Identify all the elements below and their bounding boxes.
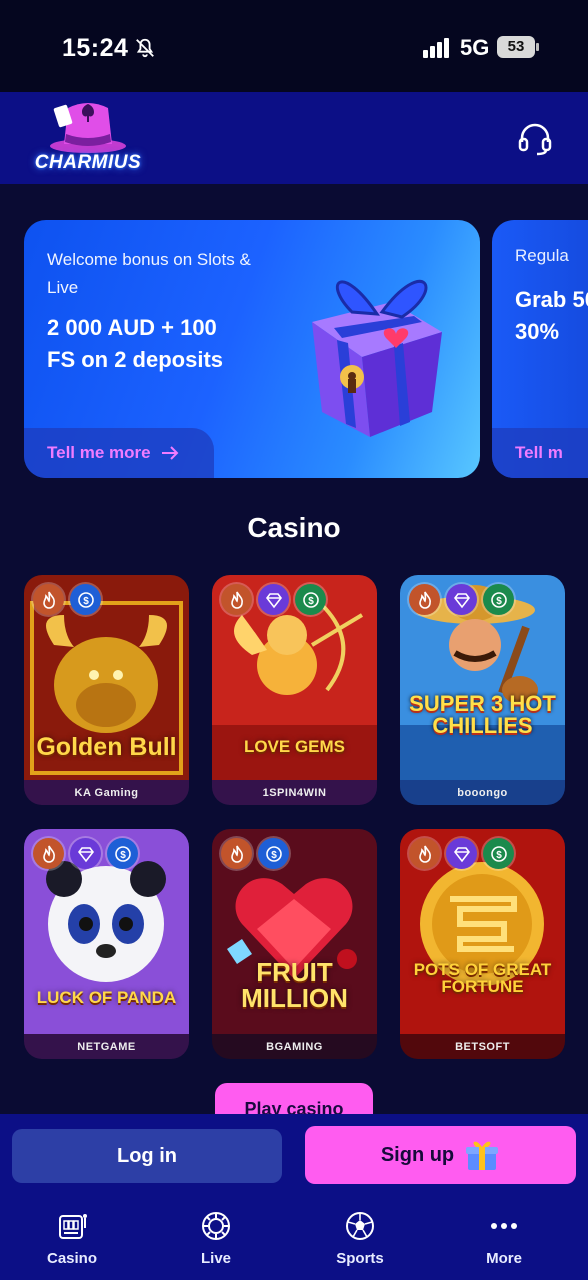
svg-text:$: $ [496, 596, 502, 607]
game-title: POTS OF GREAT FORTUNE [413, 960, 552, 996]
svg-text:$: $ [308, 596, 314, 607]
game-card-super-3-hot-chillies[interactable]: SUPER 3 HOT CHILLIES booongo $ [400, 575, 565, 805]
signal-icon [423, 38, 449, 58]
hot-badge-icon [221, 838, 252, 869]
game-card-fruit-million[interactable]: FRUIT MILLION BGAMING $ [212, 829, 377, 1059]
bonus-badge-icon: $ [107, 838, 138, 869]
game-card-love-gems[interactable]: LOVE GEMS 1SPIN4WIN $ [212, 575, 377, 805]
status-bar: 15:24 5G 53 [0, 0, 588, 92]
diamond-badge-icon [70, 838, 101, 869]
game-provider: KA Gaming [24, 780, 189, 805]
game-provider: booongo [400, 780, 565, 805]
game-badges: $ [33, 584, 101, 615]
hot-badge-icon [409, 584, 440, 615]
slot-machine-icon [59, 1214, 87, 1239]
casino-section-title: Casino [247, 512, 341, 543]
banner2-cta-button[interactable]: Tell m [492, 428, 588, 478]
more-dots-icon [491, 1223, 517, 1229]
bottom-nav: Casino Live Sports More [0, 1196, 588, 1280]
diamond-badge-icon [446, 584, 477, 615]
game-card-golden-bull[interactable]: Golden Bull KA Gaming $ [24, 575, 189, 805]
game-badges: $ [409, 838, 514, 869]
banner2-subtitle: Regula [515, 246, 569, 265]
game-title: Golden Bull [36, 733, 177, 761]
top-hat-icon [50, 103, 126, 153]
banner2-cta-label: Tell m [515, 443, 563, 462]
game-provider: BETSOFT [400, 1034, 565, 1059]
game-title: FRUIT MILLION [241, 957, 348, 1013]
welcome-bonus-banner[interactable]: Welcome bonus on Slots & Live 2 000 AUD … [24, 220, 480, 478]
battery-indicator: 53 [497, 36, 539, 58]
svg-text:$: $ [496, 850, 502, 861]
banner-subtitle: Welcome bonus on Slots & Live [47, 250, 251, 297]
banner2-title: Grab 50 F 30% [515, 287, 588, 344]
game-title: LOVE GEMS [243, 737, 346, 756]
nav-live[interactable]: Live [144, 1196, 288, 1280]
hot-badge-icon [33, 838, 64, 869]
game-title: LUCK OF PANDA [36, 988, 177, 1007]
money-badge-icon: $ [483, 838, 514, 869]
bonus-badge-icon: $ [70, 584, 101, 615]
game-card-luck-of-panda[interactable]: LUCK OF PANDA NETGAME $ [24, 829, 189, 1059]
nav-label: Live [200, 1250, 231, 1267]
gift-icon [466, 1141, 499, 1170]
money-badge-icon: $ [295, 584, 326, 615]
signup-button[interactable]: Sign up [305, 1126, 576, 1184]
game-provider: NETGAME [24, 1034, 189, 1059]
auth-bar: Log in Sign up [0, 1114, 588, 1196]
bell-muted-icon [136, 38, 154, 58]
nav-label: Casino [46, 1250, 97, 1267]
game-badges: $ [221, 838, 289, 869]
nav-label: More [486, 1250, 522, 1267]
svg-text:$: $ [120, 850, 126, 861]
game-badges: $ [409, 584, 514, 615]
game-card-pots-of-great-fortune[interactable]: POTS OF GREAT FORTUNE BETSOFT $ [400, 829, 565, 1059]
logo[interactable]: CHARMIUS [28, 98, 148, 178]
regular-bonus-banner[interactable]: Regula Grab 50 F 30% Tell m [492, 220, 588, 478]
game-provider: BGAMING [212, 1034, 377, 1059]
hot-badge-icon [409, 838, 440, 869]
soccer-ball-icon [346, 1212, 374, 1240]
promo-carousel[interactable]: Welcome bonus on Slots & Live 2 000 AUD … [0, 220, 588, 478]
arrow-right-icon [161, 446, 179, 460]
svg-text:$: $ [83, 596, 89, 607]
game-provider: 1SPIN4WIN [212, 780, 377, 805]
hot-badge-icon [33, 584, 64, 615]
gift-box-illustration [312, 279, 442, 437]
money-badge-icon: $ [483, 584, 514, 615]
game-badges: $ [33, 838, 138, 869]
diamond-badge-icon [258, 584, 289, 615]
login-button[interactable]: Log in [12, 1129, 282, 1183]
app-header: CHARMIUS [0, 92, 588, 184]
diamond-badge-icon [446, 838, 477, 869]
game-badges: $ [221, 584, 326, 615]
nav-casino[interactable]: Casino [0, 1196, 144, 1280]
nav-label: Sports [336, 1250, 384, 1267]
network-label: 5G [460, 35, 490, 60]
tell-me-more-button[interactable]: Tell me more [24, 428, 214, 478]
signup-label: Sign up [380, 1143, 455, 1166]
banner-title: 2 000 AUD + 100 FS on 2 deposits [47, 315, 224, 372]
nav-more[interactable]: More [432, 1196, 576, 1280]
poker-chip-icon [202, 1212, 230, 1240]
banner-cta-label: Tell me more [47, 443, 151, 462]
headset-icon[interactable] [517, 122, 553, 156]
svg-text:$: $ [271, 850, 277, 861]
game-title: SUPER 3 HOT CHILLIES [409, 691, 556, 738]
bonus-badge-icon: $ [258, 838, 289, 869]
logo-text: CHARMIUS [34, 152, 142, 173]
nav-sports[interactable]: Sports [288, 1196, 432, 1280]
status-time: 15:24 [62, 34, 129, 62]
hot-badge-icon [221, 584, 252, 615]
